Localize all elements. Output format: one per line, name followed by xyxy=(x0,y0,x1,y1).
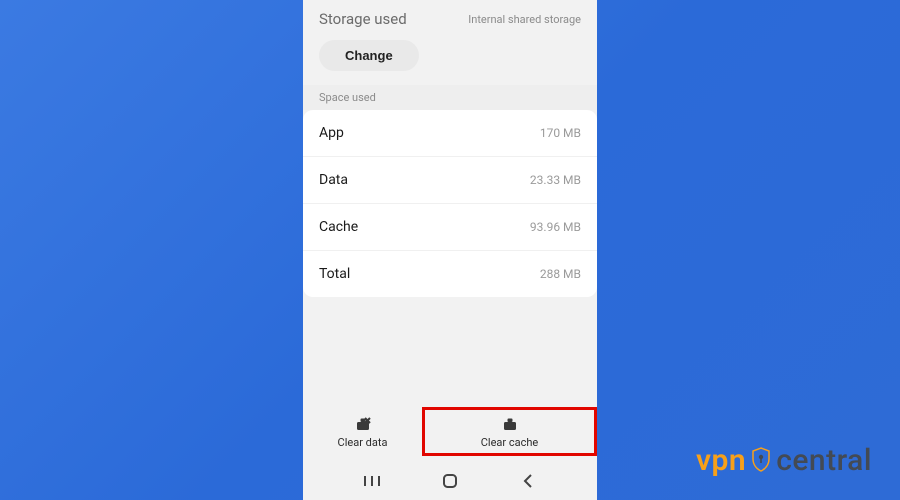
phone-frame: Storage used Internal shared storage Cha… xyxy=(303,0,597,500)
row-cache-label: Cache xyxy=(319,219,358,235)
row-total: Total 288 MB xyxy=(303,251,597,297)
clear-cache-label: Clear cache xyxy=(481,436,539,449)
nav-back-button[interactable] xyxy=(517,470,539,492)
row-total-value: 288 MB xyxy=(540,267,581,281)
nav-home-button[interactable] xyxy=(439,470,461,492)
change-button[interactable]: Change xyxy=(319,40,419,71)
storage-location-label: Internal shared storage xyxy=(468,13,581,26)
row-data: Data 23.33 MB xyxy=(303,157,597,204)
space-used-list: App 170 MB Data 23.33 MB Cache 93.96 MB … xyxy=(303,110,597,297)
row-data-label: Data xyxy=(319,172,348,188)
spacer xyxy=(303,297,597,401)
nav-recents-button[interactable] xyxy=(361,470,383,492)
page-title: Storage used xyxy=(319,10,407,28)
android-navbar xyxy=(303,462,597,500)
row-data-value: 23.33 MB xyxy=(530,173,581,187)
clear-cache-icon xyxy=(500,414,520,434)
storage-header: Storage used Internal shared storage xyxy=(303,0,597,40)
clear-cache-button[interactable]: Clear cache xyxy=(422,407,597,456)
row-cache: Cache 93.96 MB xyxy=(303,204,597,251)
clear-data-button[interactable]: Clear data xyxy=(303,407,422,456)
change-row: Change xyxy=(303,40,597,85)
watermark-central: central xyxy=(776,443,872,478)
bottom-actions: Clear data Clear cache xyxy=(303,401,597,462)
clear-data-label: Clear data xyxy=(338,436,388,449)
clear-data-icon xyxy=(353,414,373,434)
watermark-vpn: vpn xyxy=(696,443,746,478)
row-cache-value: 93.96 MB xyxy=(530,220,581,234)
row-app: App 170 MB xyxy=(303,110,597,157)
watermark: vpn central xyxy=(696,443,872,478)
row-app-label: App xyxy=(319,125,344,141)
space-used-section-label: Space used xyxy=(303,85,597,110)
row-total-label: Total xyxy=(319,266,350,282)
background: Storage used Internal shared storage Cha… xyxy=(0,0,900,500)
watermark-shield-icon xyxy=(750,445,772,477)
row-app-value: 170 MB xyxy=(540,126,581,140)
